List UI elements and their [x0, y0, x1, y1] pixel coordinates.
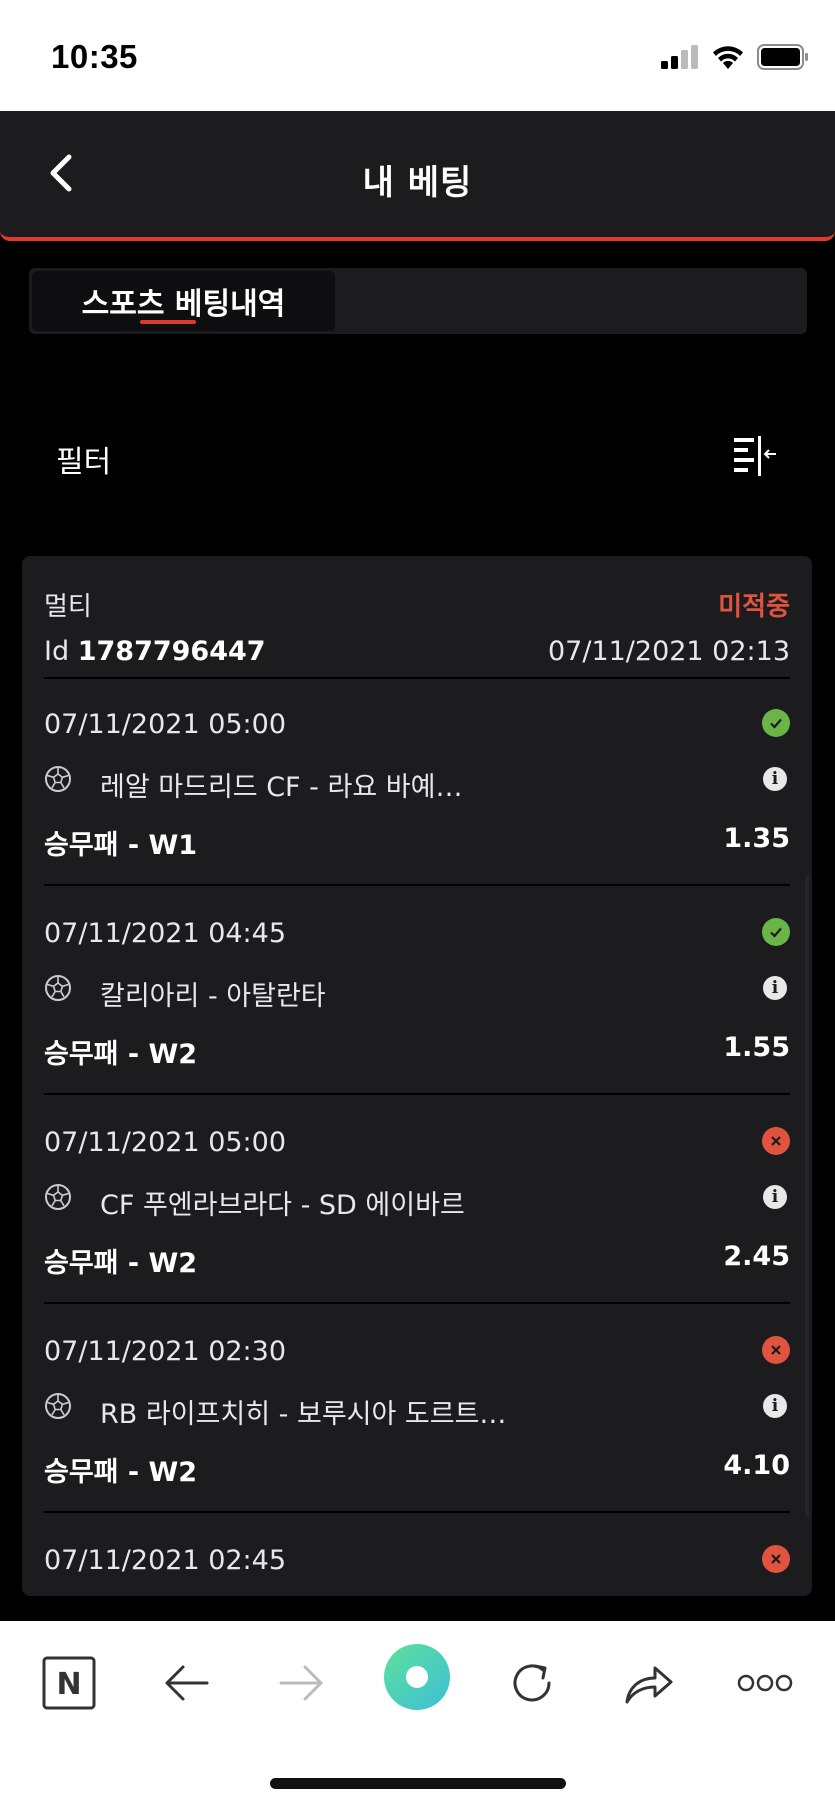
selection-time: 07/11/2021 05:00	[44, 1127, 287, 1158]
arrow-right-icon	[279, 1665, 323, 1701]
cross-icon	[771, 1136, 781, 1146]
selection-odds: 2.45	[723, 1241, 790, 1272]
info-icon[interactable]: i	[763, 1394, 787, 1418]
selection-market: 승무패 - W2	[44, 1248, 198, 1279]
selection-row: 07/11/2021 05:00 CF 푸엔라브라다 - SD 에이바르 i 승…	[44, 1097, 790, 1305]
soccer-ball-icon	[45, 975, 71, 1001]
naver-home-button[interactable]: N	[39, 1651, 99, 1715]
more-dots-icon	[737, 1674, 793, 1692]
selection-match: 칼리아리 - 아탈란타	[100, 981, 326, 1012]
browser-forward-button[interactable]	[272, 1651, 332, 1715]
selection-match: RB 라이프치히 - 보루시아 도르트…	[100, 1399, 507, 1430]
selection-odds: 1.35	[723, 823, 790, 854]
selection-market: 승무패 - W2	[44, 1457, 198, 1488]
selection-row: 07/11/2021 02:45	[44, 1515, 790, 1596]
info-icon[interactable]: i	[763, 1185, 787, 1209]
divider	[44, 884, 790, 886]
app-header: 내 베팅	[0, 111, 835, 241]
bet-status-badge: 미적중	[718, 592, 790, 622]
cellular-signal-icon	[661, 45, 698, 69]
selection-time: 07/11/2021 05:00	[44, 709, 287, 740]
tab-bar: 스포츠 베팅내역	[29, 268, 807, 334]
divider	[44, 1093, 790, 1095]
bet-id: Id 1787796447	[44, 636, 266, 667]
card-scrollbar[interactable]	[805, 876, 809, 1516]
status-time: 10:35	[51, 38, 138, 75]
selection-row: 07/11/2021 02:30 RB 라이프치히 - 보루시아 도르트… i …	[44, 1306, 790, 1514]
selection-match: 레알 마드리드 CF - 라요 바예…	[100, 772, 463, 803]
selection-odds: 4.10	[723, 1450, 790, 1481]
reload-button[interactable]	[502, 1651, 562, 1715]
soccer-ball-icon	[45, 766, 71, 792]
bet-placed-date: 07/11/2021 02:13	[547, 636, 790, 667]
filter-toggle-button[interactable]	[730, 432, 778, 480]
divider	[44, 1511, 790, 1513]
selection-lost-status	[762, 1127, 790, 1155]
browser-back-button[interactable]	[156, 1651, 216, 1715]
active-tab-indicator	[140, 320, 196, 324]
selection-match: CF 푸엔라브라다 - SD 에이바르	[100, 1190, 465, 1221]
reload-icon	[513, 1664, 551, 1702]
divider	[44, 1302, 790, 1304]
selection-time: 07/11/2021 02:45	[44, 1545, 287, 1576]
check-icon	[770, 718, 782, 729]
filter-collapse-icon	[734, 436, 776, 476]
soccer-ball-icon	[45, 1393, 71, 1419]
selection-row: 07/11/2021 05:00 레알 마드리드 CF - 라요 바예… i 승…	[44, 679, 790, 887]
svg-text:N: N	[56, 1667, 81, 1702]
battery-icon	[757, 44, 808, 70]
home-indicator	[270, 1778, 566, 1789]
info-icon[interactable]: i	[763, 767, 787, 791]
more-button[interactable]	[735, 1651, 795, 1715]
filter-label: 필터	[56, 445, 112, 480]
selection-won-status	[762, 709, 790, 737]
bet-type: 멀티	[44, 592, 92, 622]
tab-label: 스포츠 베팅내역	[81, 287, 286, 322]
selection-time: 07/11/2021 04:45	[44, 918, 287, 949]
naver-n-icon: N	[42, 1656, 96, 1710]
selection-time: 07/11/2021 02:30	[44, 1336, 287, 1367]
browser-toolbar: N	[0, 1621, 835, 1808]
cross-icon	[771, 1345, 781, 1355]
green-dot-button[interactable]	[383, 1643, 451, 1711]
check-icon	[770, 927, 782, 938]
info-icon[interactable]: i	[763, 976, 787, 1000]
status-bar: 10:35	[0, 0, 835, 111]
share-button[interactable]	[619, 1651, 679, 1715]
bet-card: 멀티 미적중 Id 1787796447 07/11/2021 02:13 07…	[22, 556, 812, 1596]
selection-market: 승무패 - W2	[44, 1039, 198, 1070]
green-dot-icon	[384, 1644, 450, 1710]
wifi-icon	[713, 46, 743, 69]
arrow-left-icon	[165, 1665, 209, 1701]
bet-id-label: Id	[44, 636, 70, 667]
selection-lost-status	[762, 1545, 790, 1573]
selection-lost-status	[762, 1336, 790, 1364]
bet-id-value: 1787796447	[77, 636, 266, 667]
selection-odds: 1.55	[723, 1032, 790, 1063]
status-icons	[661, 44, 809, 70]
tab-sports-betting-history[interactable]: 스포츠 베팅내역	[32, 271, 335, 331]
selection-won-status	[762, 918, 790, 946]
soccer-ball-icon	[45, 1184, 71, 1210]
selection-row: 07/11/2021 04:45 칼리아리 - 아탈란타 i 승무패 - W2 …	[44, 888, 790, 1096]
page-title: 내 베팅	[362, 163, 473, 203]
cross-icon	[771, 1554, 781, 1564]
share-arrow-icon	[625, 1666, 673, 1704]
selection-market: 승무패 - W1	[44, 830, 198, 861]
